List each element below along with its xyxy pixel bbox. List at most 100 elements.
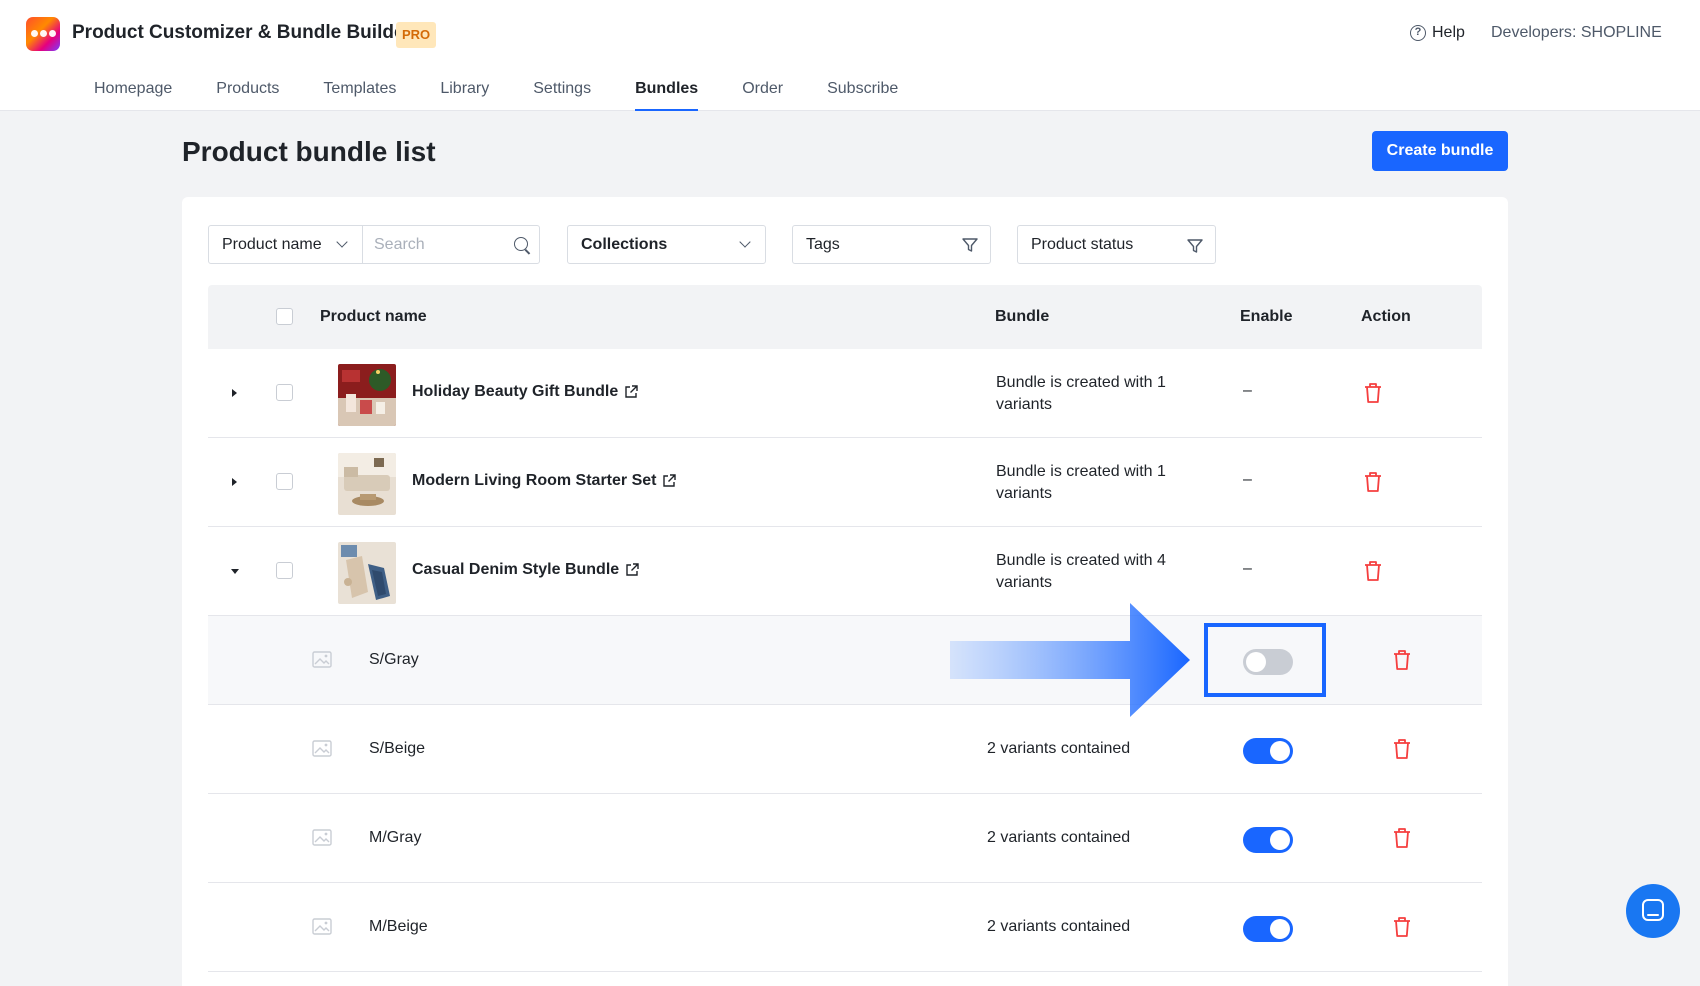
bundle-info-line1: Bundle is created with 1 xyxy=(996,463,1166,480)
nav-templates[interactable]: Templates xyxy=(323,80,396,111)
table-row: Modern Living Room Starter Set Bundle is… xyxy=(208,438,1482,527)
caret-right-icon[interactable] xyxy=(232,389,237,397)
enable-value: – xyxy=(1243,471,1252,488)
table-row: Holiday Beauty Gift Bundle Bundle is cre… xyxy=(208,349,1482,438)
trash-icon[interactable] xyxy=(1363,560,1383,582)
enable-toggle[interactable] xyxy=(1243,738,1293,764)
enable-value: – xyxy=(1243,382,1252,399)
product-thumbnail xyxy=(338,364,396,426)
arrow-right-icon xyxy=(950,603,1190,717)
nav-products[interactable]: Products xyxy=(216,80,279,111)
header-bundle: Bundle xyxy=(995,308,1050,325)
product-name-link[interactable]: Holiday Beauty Gift Bundle xyxy=(412,383,638,401)
bundle-info: Bundle is created with 1 variants xyxy=(996,461,1196,505)
bundle-info-line1: Bundle is created with 1 xyxy=(996,374,1166,391)
top-bar: Product Customizer & Bundle Builder PRO … xyxy=(0,0,1700,111)
caret-right-icon[interactable] xyxy=(232,478,237,486)
variant-name: M/Beige xyxy=(369,918,428,935)
chat-icon xyxy=(1642,899,1664,921)
caret-down-icon[interactable] xyxy=(231,569,239,574)
toggle-knob xyxy=(1270,830,1290,850)
trash-icon[interactable] xyxy=(1392,649,1412,671)
help-link[interactable]: ? Help xyxy=(1410,24,1465,42)
external-link-icon[interactable] xyxy=(662,474,677,488)
bundle-info-line2: variants xyxy=(996,396,1053,413)
product-name-link[interactable]: Casual Denim Style Bundle xyxy=(412,561,639,579)
trash-icon[interactable] xyxy=(1363,471,1383,493)
external-link-icon[interactable] xyxy=(625,563,639,577)
variant-bundle-info: 2 variants contained xyxy=(987,829,1131,846)
product-thumbnail xyxy=(338,542,396,604)
trash-icon[interactable] xyxy=(1392,827,1412,849)
trash-icon[interactable] xyxy=(1392,738,1412,760)
main-nav: Homepage Products Templates Library Sett… xyxy=(94,80,942,111)
product-name: Modern Living Room Starter Set xyxy=(412,472,657,489)
enable-toggle[interactable] xyxy=(1243,827,1293,853)
nav-subscribe[interactable]: Subscribe xyxy=(827,80,898,111)
bundle-info-line2: variants xyxy=(996,574,1053,591)
product-name: Holiday Beauty Gift Bundle xyxy=(412,383,619,400)
product-name-select[interactable]: Product name xyxy=(209,236,322,254)
chevron-down-icon xyxy=(739,236,751,248)
bundle-info-line1: Bundle is created with 4 xyxy=(996,552,1166,569)
row-checkbox[interactable] xyxy=(276,562,293,579)
bundle-info-line2: variants xyxy=(996,485,1053,502)
create-bundle-button[interactable]: Create bundle xyxy=(1372,131,1508,171)
row-checkbox[interactable] xyxy=(276,473,293,490)
help-icon: ? xyxy=(1410,25,1426,41)
variant-row: M/Beige 2 variants contained xyxy=(208,883,1482,972)
variant-row: M/Gray 2 variants contained xyxy=(208,794,1482,883)
developers-info: Developers: SHOPLINE xyxy=(1491,24,1662,42)
header-enable: Enable xyxy=(1240,308,1293,325)
image-placeholder-icon xyxy=(312,829,332,846)
image-placeholder-icon xyxy=(312,651,332,668)
app-title: Product Customizer & Bundle Builder xyxy=(72,22,412,43)
table-row: Casual Denim Style Bundle Bundle is crea… xyxy=(208,527,1482,616)
page-title: Product bundle list xyxy=(182,136,436,167)
variant-bundle-info: 2 variants contained xyxy=(987,740,1131,757)
bundle-info: Bundle is created with 4 variants xyxy=(996,550,1196,594)
nav-settings[interactable]: Settings xyxy=(533,80,591,111)
header-action: Action xyxy=(1361,308,1411,325)
tags-filter[interactable]: Tags xyxy=(792,225,991,264)
filter-icon xyxy=(1187,239,1203,253)
nav-bundles[interactable]: Bundles xyxy=(635,80,699,111)
variant-row: S/Beige 2 variants contained xyxy=(208,705,1482,794)
chat-button[interactable] xyxy=(1626,884,1680,938)
bundle-info: Bundle is created with 1 variants xyxy=(996,372,1196,416)
enable-value: – xyxy=(1243,560,1252,577)
image-placeholder-icon xyxy=(312,740,332,757)
developer-name: SHOPLINE xyxy=(1580,24,1662,41)
variant-name: M/Gray xyxy=(369,829,422,846)
collections-label: Collections xyxy=(581,235,668,253)
nav-library[interactable]: Library xyxy=(440,80,489,111)
external-link-icon[interactable] xyxy=(624,385,638,399)
product-status-label: Product status xyxy=(1031,235,1134,253)
tags-label: Tags xyxy=(806,235,840,253)
toggle-knob xyxy=(1270,741,1290,761)
variant-name: S/Gray xyxy=(369,651,419,668)
search-icon[interactable] xyxy=(514,237,528,251)
image-placeholder-icon xyxy=(312,918,332,935)
product-name-link[interactable]: Modern Living Room Starter Set xyxy=(412,472,677,490)
header-product-name: Product name xyxy=(320,308,427,325)
variant-name: S/Beige xyxy=(369,740,426,757)
app-logo-icon xyxy=(26,17,60,51)
row-checkbox[interactable] xyxy=(276,384,293,401)
product-thumbnail xyxy=(338,453,396,515)
product-status-filter[interactable]: Product status xyxy=(1017,225,1216,264)
filter-icon xyxy=(962,238,978,252)
trash-icon[interactable] xyxy=(1363,382,1383,404)
collections-select[interactable]: Collections xyxy=(567,225,766,264)
search-input[interactable]: Search xyxy=(374,236,425,254)
trash-icon[interactable] xyxy=(1392,916,1412,938)
enable-toggle[interactable] xyxy=(1243,916,1293,942)
chevron-down-icon xyxy=(336,236,348,248)
nav-order[interactable]: Order xyxy=(742,80,783,111)
nav-homepage[interactable]: Homepage xyxy=(94,80,172,111)
select-all-checkbox[interactable] xyxy=(276,308,293,325)
developers-sep: : xyxy=(1571,24,1577,41)
filter-divider xyxy=(362,226,363,263)
variant-bundle-info: 2 variants contained xyxy=(987,918,1131,935)
toggle-knob xyxy=(1270,919,1290,939)
